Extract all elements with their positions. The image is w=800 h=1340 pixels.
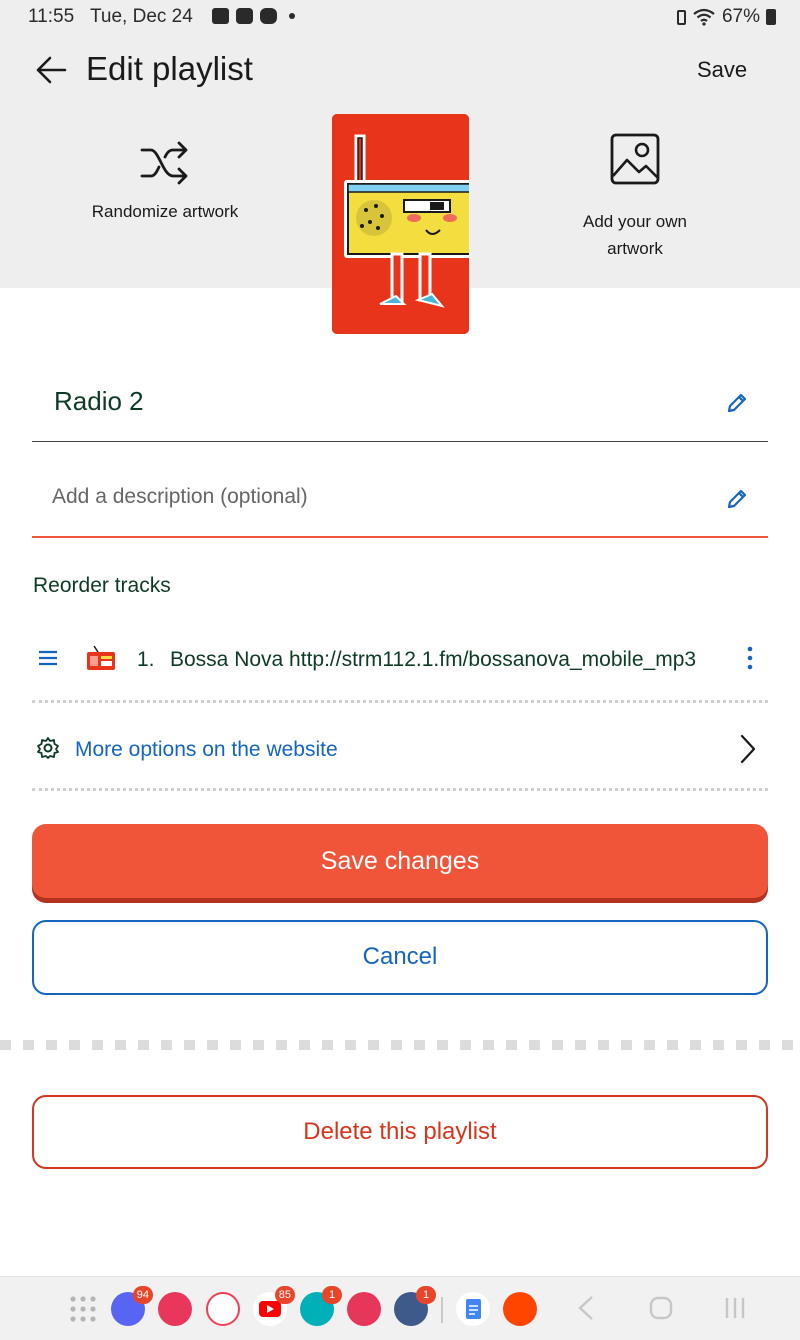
save-button[interactable]: Save: [697, 57, 747, 83]
page-title: Edit playlist: [86, 50, 253, 87]
radio-character-illustration: [332, 114, 469, 334]
save-changes-button[interactable]: Save changes: [32, 824, 768, 898]
gear-icon: [37, 737, 59, 759]
playlist-name-field[interactable]: Radio 2: [32, 362, 768, 442]
pocket-icon[interactable]: [206, 1292, 240, 1326]
fitbit-icon[interactable]: 1: [300, 1286, 342, 1326]
more-options-label: More options on the website: [75, 738, 338, 761]
discord-notification-icon: [260, 8, 277, 24]
discord-badge: 94: [132, 1286, 153, 1304]
image-icon: [610, 133, 660, 185]
status-date: Tue, Dec 24: [90, 6, 193, 27]
edit-name-pencil-icon[interactable]: [726, 392, 748, 414]
edit-description-pencil-icon[interactable]: [726, 488, 748, 510]
gallery-notification-icon: [212, 8, 229, 24]
wifi-icon: [693, 8, 715, 26]
battery-saver-icon: [676, 9, 686, 25]
add-own-artwork-button[interactable]: Add your own artwork: [560, 132, 710, 262]
battery-percent: 67%: [721, 6, 760, 27]
track-more-options-icon[interactable]: [742, 644, 758, 674]
docs-page-icon: [466, 1299, 481, 1319]
app-drawer-icon[interactable]: [66, 1292, 100, 1326]
randomize-artwork-label: Randomize artwork: [91, 202, 239, 221]
settings-badge: 1: [416, 1286, 436, 1304]
status-bar: 11:55 Tue, Dec 24 67%: [0, 0, 800, 34]
shuffle-icon: [140, 141, 188, 185]
nav-home-icon[interactable]: [648, 1295, 674, 1321]
track-row[interactable]: 1. Bossa Nova http://strm112.1.fm/bossan…: [32, 630, 768, 690]
delete-playlist-button[interactable]: Delete this playlist: [32, 1095, 768, 1169]
reddit-icon[interactable]: [503, 1292, 537, 1326]
track-title: Bossa Nova http://strm112.1.fm/bossanova…: [170, 648, 697, 671]
section-separator: [0, 1040, 800, 1050]
google-docs-icon[interactable]: [456, 1292, 490, 1326]
more-notifications-icon: [289, 13, 295, 19]
youtube-badge: 85: [274, 1286, 295, 1304]
playlist-name-value: Radio 2: [54, 386, 144, 416]
nav-back-icon[interactable]: [576, 1295, 596, 1321]
more-options-link[interactable]: More options on the website: [32, 722, 768, 778]
nav-recents-icon[interactable]: [722, 1295, 748, 1321]
taskbar-divider: [441, 1297, 443, 1323]
description-placeholder: Add a description (optional): [52, 485, 308, 508]
playlist-artwork: [332, 114, 469, 334]
track-number: 1.: [137, 648, 155, 671]
status-right: 67%: [676, 6, 776, 28]
app-red-icon[interactable]: [158, 1292, 192, 1326]
add-own-artwork-label: Add your own artwork: [583, 212, 687, 258]
fitbit-badge: 1: [322, 1286, 342, 1304]
reorder-tracks-heading: Reorder tracks: [33, 574, 171, 597]
battery-icon: [766, 9, 776, 25]
divider: [32, 700, 768, 703]
youtube-icon[interactable]: 85: [253, 1286, 295, 1326]
radio-station-icon: [87, 645, 115, 670]
randomize-artwork-button[interactable]: Randomize artwork: [60, 140, 270, 222]
cancel-button[interactable]: Cancel: [32, 920, 768, 995]
discord-icon[interactable]: 94: [111, 1286, 153, 1326]
youtube-notification-icon: [236, 8, 253, 24]
divider: [32, 788, 768, 791]
taskbar: 94 85 1 1: [0, 1276, 800, 1340]
status-time: 11:55: [28, 6, 75, 27]
chevron-right-icon: [740, 734, 756, 764]
settings-icon[interactable]: 1: [394, 1286, 436, 1326]
camera-app-icon[interactable]: [347, 1292, 381, 1326]
description-field[interactable]: Add a description (optional): [32, 458, 768, 538]
back-arrow-icon[interactable]: [34, 54, 68, 86]
drag-handle-icon[interactable]: [38, 650, 58, 666]
